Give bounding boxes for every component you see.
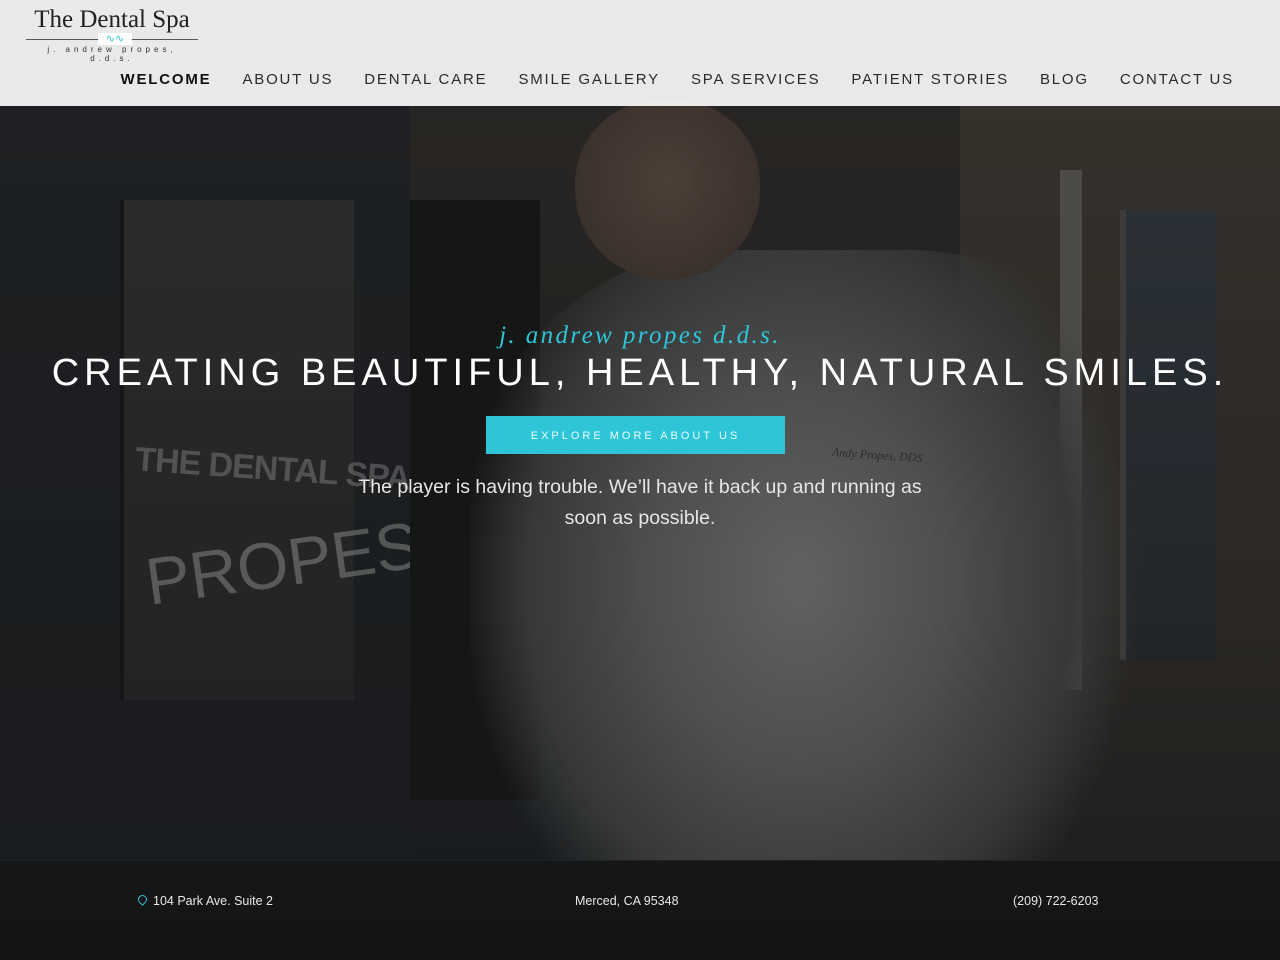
address-line[interactable]: 104 Park Ave. Suite 2 — [136, 893, 273, 908]
video-player-error-message: The player is having trouble. We’ll have… — [358, 476, 922, 529]
page: THE DENTAL SPA PROPES Andy Propes, DDS T… — [0, 0, 1280, 960]
nav-item-patient-stories[interactable]: PATIENT STORIES — [851, 66, 1009, 94]
logo-divider: ∿∿ — [26, 33, 198, 45]
hero-headline: CREATING BEAUTIFUL, HEALTHY, NATURAL SMI… — [51, 352, 1229, 394]
nav-item-contact-us[interactable]: CONTACT US — [1120, 66, 1234, 94]
site-header: The Dental Spa ∿∿ j. andrew propes, d.d.… — [0, 0, 1280, 106]
address-text: 104 Park Ave. Suite 2 — [153, 894, 273, 908]
city-line[interactable]: Merced, CA 95348 — [575, 894, 679, 908]
hero-tagline: j. andrew propes d.d.s. — [499, 322, 781, 349]
nav-item-smile-gallery[interactable]: SMILE GALLERY — [518, 66, 660, 94]
nav-item-about-us[interactable]: ABOUT US — [242, 66, 333, 94]
logo-subtitle: j. andrew propes, d.d.s. — [47, 45, 177, 63]
nav-item-blog[interactable]: BLOG — [1040, 66, 1089, 94]
wave-icon: ∿∿ — [98, 33, 132, 45]
nav-item-dental-care[interactable]: DENTAL CARE — [364, 66, 487, 94]
main-nav: WELCOME ABOUT US DENTAL CARE SMILE GALLE… — [121, 66, 1234, 94]
phone-number[interactable]: (209) 722-6203 — [1013, 894, 1098, 908]
contact-info-bar: 104 Park Ave. Suite 2 Merced, CA 95348 (… — [0, 860, 1280, 960]
logo-title: The Dental Spa — [34, 6, 190, 33]
map-pin-icon — [136, 893, 149, 906]
nav-item-spa-services[interactable]: SPA SERVICES — [691, 66, 820, 94]
explore-more-button[interactable]: EXPLORE MORE ABOUT US — [486, 416, 785, 454]
nav-item-welcome[interactable]: WELCOME — [121, 66, 212, 94]
site-logo[interactable]: The Dental Spa ∿∿ j. andrew propes, d.d.… — [24, 6, 200, 63]
